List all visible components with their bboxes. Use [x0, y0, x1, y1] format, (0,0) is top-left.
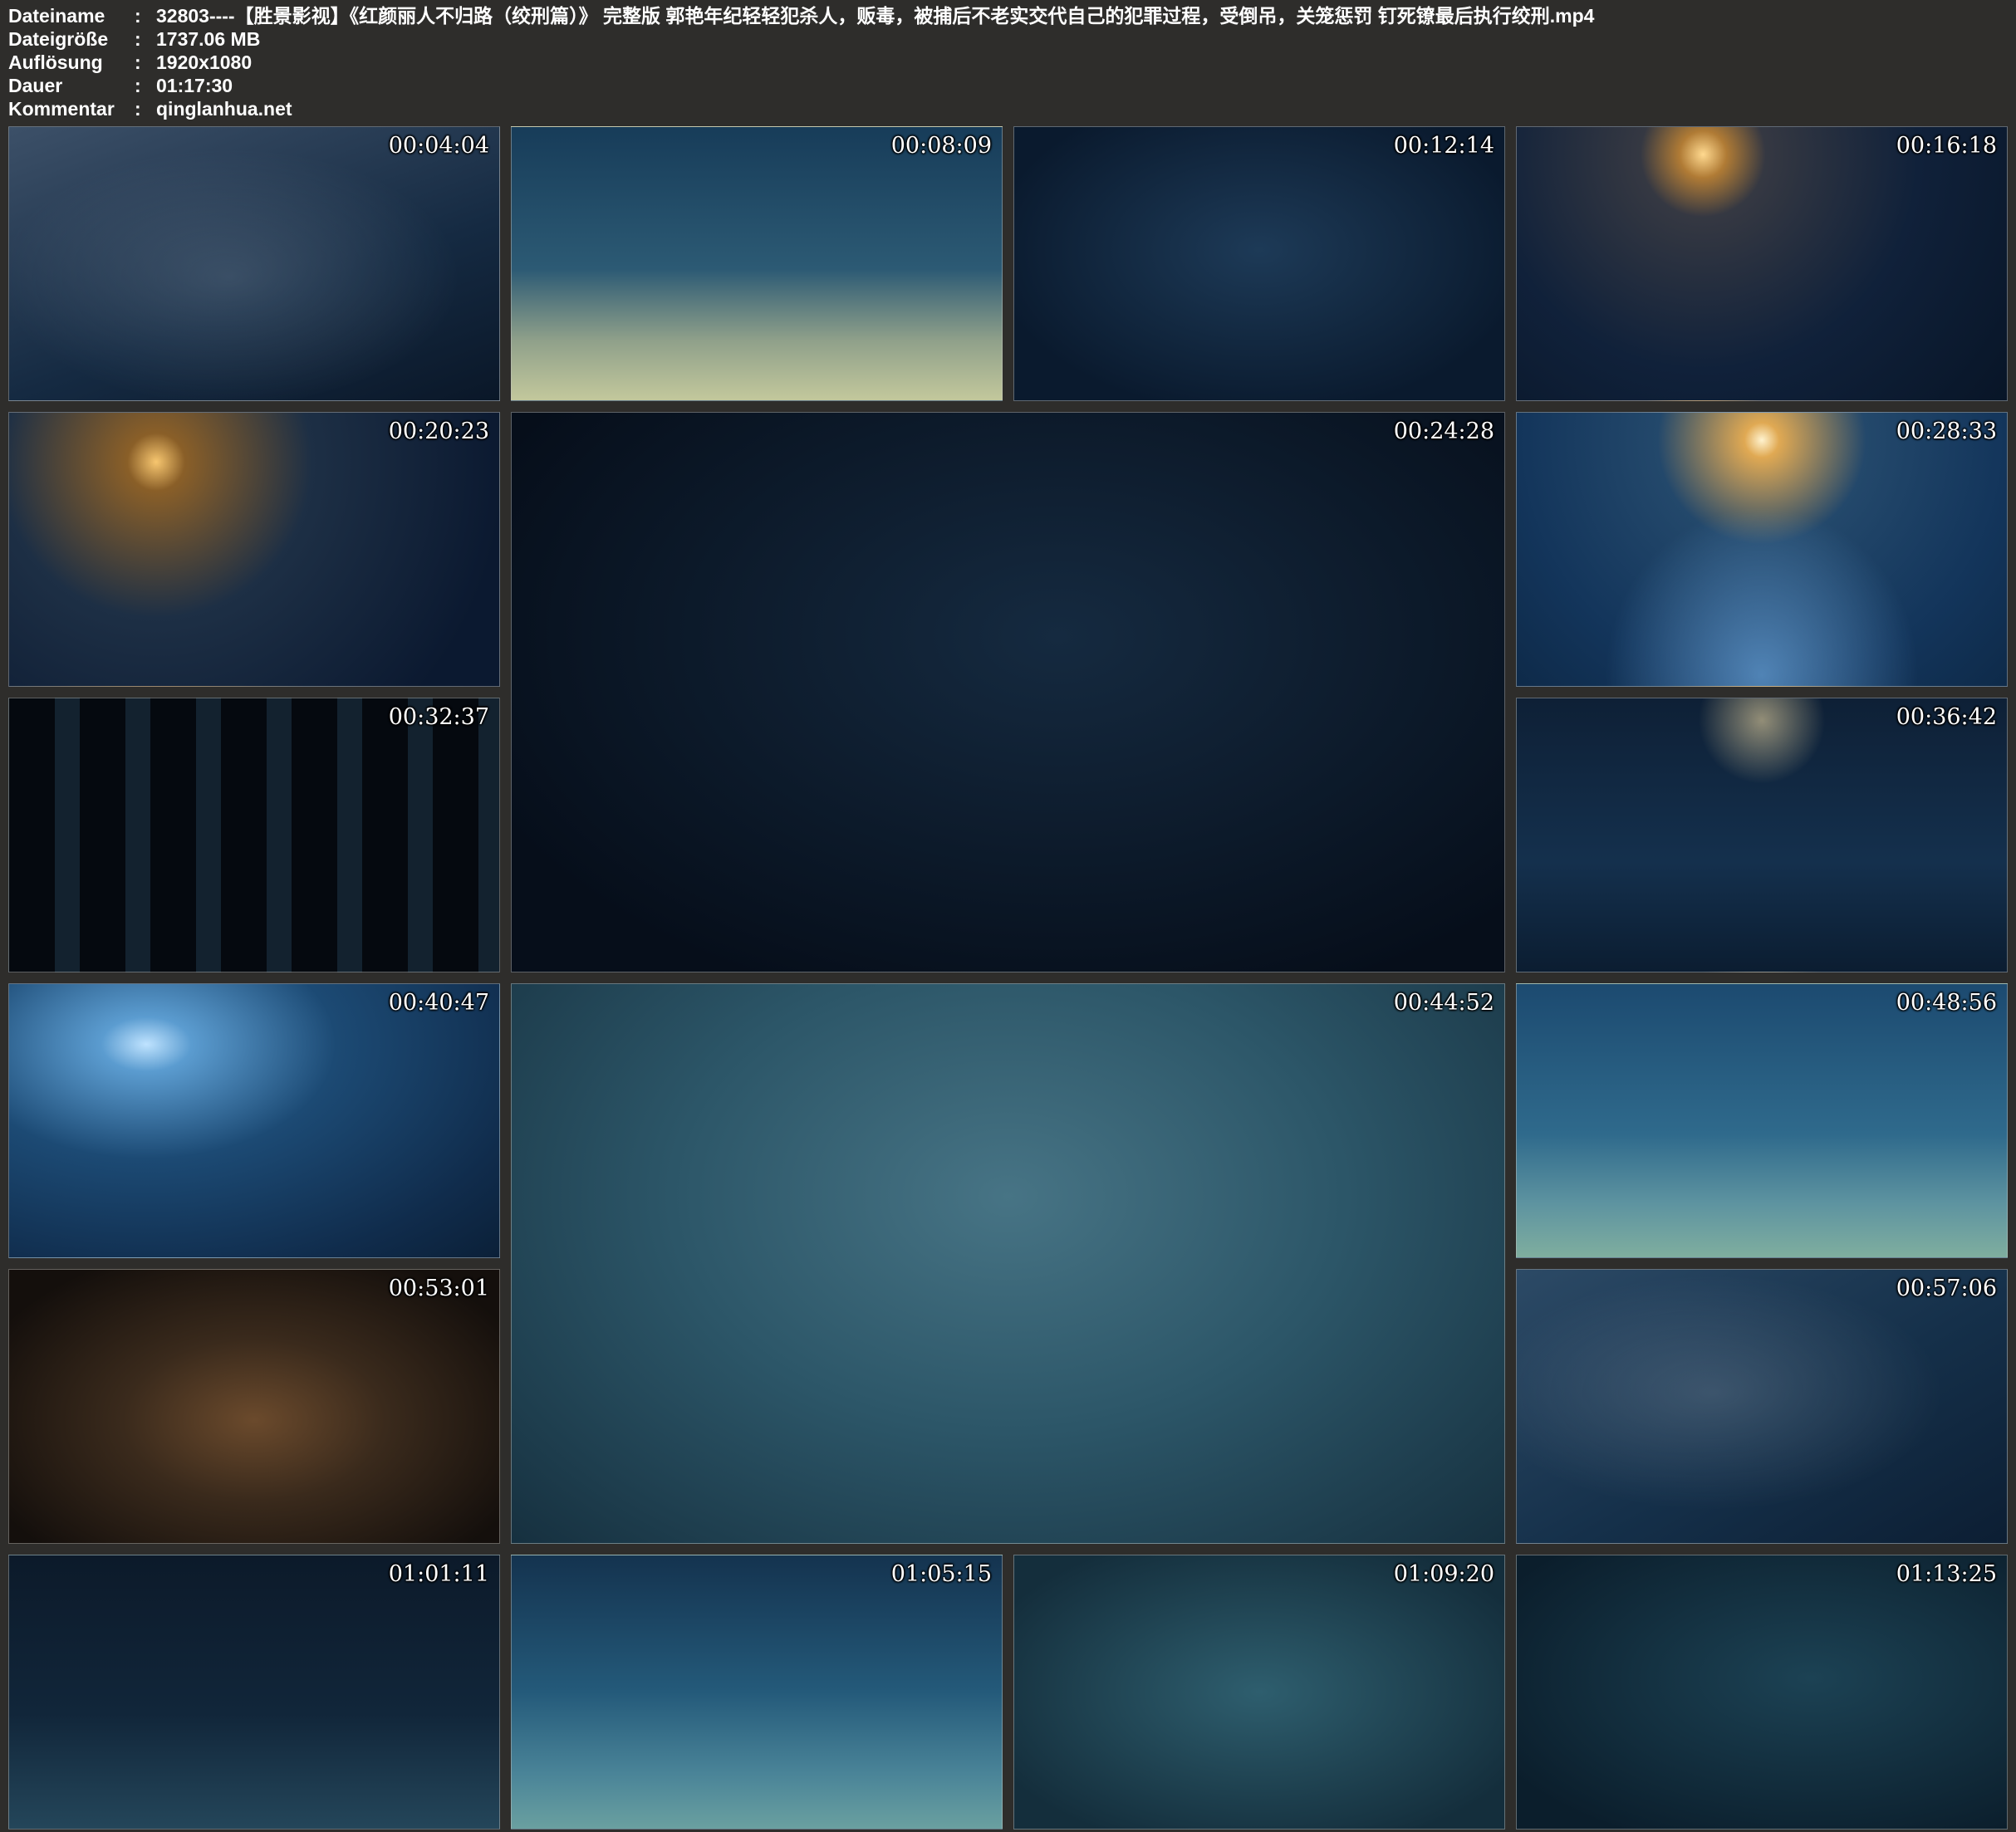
video-thumbnail: 01:09:20: [1013, 1555, 1505, 1830]
file-info-row: Kommentar:qinglanhua.net: [8, 97, 2006, 120]
file-info-label: Kommentar: [8, 97, 135, 120]
thumbnail-timestamp: 00:12:14: [1394, 133, 1494, 159]
file-info-label: Dateiname: [8, 4, 135, 27]
video-thumbnail: 00:44:52: [511, 983, 1505, 1544]
file-info-header: Dateiname:32803----【胜景影视】《红颜丽人不归路（绞刑篇）》 …: [0, 0, 2016, 124]
thumbnail-timestamp: 00:57:06: [1896, 1276, 1997, 1301]
file-info-row: Dateiname:32803----【胜景影视】《红颜丽人不归路（绞刑篇）》 …: [8, 4, 2006, 27]
video-thumbnail: 01:05:15: [511, 1555, 1003, 1830]
video-thumbnail: 00:16:18: [1516, 126, 2008, 401]
video-thumbnail: 00:48:56: [1516, 983, 2008, 1258]
thumbnail-timestamp: 01:13:25: [1896, 1561, 1997, 1587]
thumbnail-timestamp: 00:32:37: [389, 704, 489, 730]
file-info-value: 1920x1080: [156, 51, 252, 74]
video-contact-sheet: Dateiname:32803----【胜景影视】《红颜丽人不归路（绞刑篇）》 …: [0, 0, 2016, 1832]
video-thumbnail: 00:24:28: [511, 412, 1505, 972]
video-thumbnail: 00:04:04: [8, 126, 500, 401]
file-info-label: Dauer: [8, 74, 135, 97]
thumbnail-timestamp: 01:09:20: [1394, 1561, 1494, 1587]
file-info-value: qinglanhua.net: [156, 97, 292, 120]
file-info-label: Auflösung: [8, 51, 135, 74]
thumbnail-timestamp: 00:53:01: [389, 1276, 489, 1301]
file-info-value: 32803----【胜景影视】《红颜丽人不归路（绞刑篇）》 完整版 郭艳年纪轻轻…: [156, 4, 1594, 27]
file-info-separator: :: [135, 97, 156, 120]
video-thumbnail: 00:36:42: [1516, 698, 2008, 972]
video-thumbnail: 00:20:23: [8, 412, 500, 687]
file-info-separator: :: [135, 51, 156, 74]
file-info-label: Dateigröße: [8, 27, 135, 51]
video-thumbnail: 00:40:47: [8, 983, 500, 1258]
thumbnail-grid: 00:04:04 00:08:09 00:12:14 00:16:18 00:20:23…: [0, 124, 2016, 1832]
thumbnail-timestamp: 00:04:04: [389, 133, 489, 159]
thumbnail-timestamp: 00:16:18: [1896, 133, 1997, 159]
video-thumbnail: 00:08:09: [511, 126, 1003, 401]
thumbnail-timestamp: 00:36:42: [1896, 704, 1997, 730]
file-info-value: 1737.06 MB: [156, 27, 260, 51]
file-info-row: Dateigröße:1737.06 MB: [8, 27, 2006, 51]
thumbnail-timestamp: 00:44:52: [1394, 990, 1494, 1016]
video-thumbnail: 00:57:06: [1516, 1269, 2008, 1544]
thumbnail-timestamp: 01:01:11: [389, 1561, 489, 1587]
thumbnail-timestamp: 01:05:15: [891, 1561, 992, 1587]
thumbnail-timestamp: 00:08:09: [891, 133, 992, 159]
video-thumbnail: 00:32:37: [8, 698, 500, 972]
video-thumbnail: 00:28:33: [1516, 412, 2008, 687]
video-thumbnail: 01:13:25: [1516, 1555, 2008, 1830]
thumbnail-timestamp: 00:48:56: [1896, 990, 1997, 1016]
video-thumbnail: 01:01:11: [8, 1555, 500, 1830]
file-info-separator: :: [135, 74, 156, 97]
thumbnail-timestamp: 00:40:47: [389, 990, 489, 1016]
thumbnail-timestamp: 00:20:23: [389, 419, 489, 444]
file-info-row: Auflösung:1920x1080: [8, 51, 2006, 74]
thumbnail-timestamp: 00:28:33: [1896, 419, 1997, 444]
video-thumbnail: 00:53:01: [8, 1269, 500, 1544]
file-info-separator: :: [135, 27, 156, 51]
video-thumbnail: 00:12:14: [1013, 126, 1505, 401]
thumbnail-timestamp: 00:24:28: [1394, 419, 1494, 444]
file-info-separator: :: [135, 4, 156, 27]
file-info-value: 01:17:30: [156, 74, 233, 97]
file-info-row: Dauer:01:17:30: [8, 74, 2006, 97]
